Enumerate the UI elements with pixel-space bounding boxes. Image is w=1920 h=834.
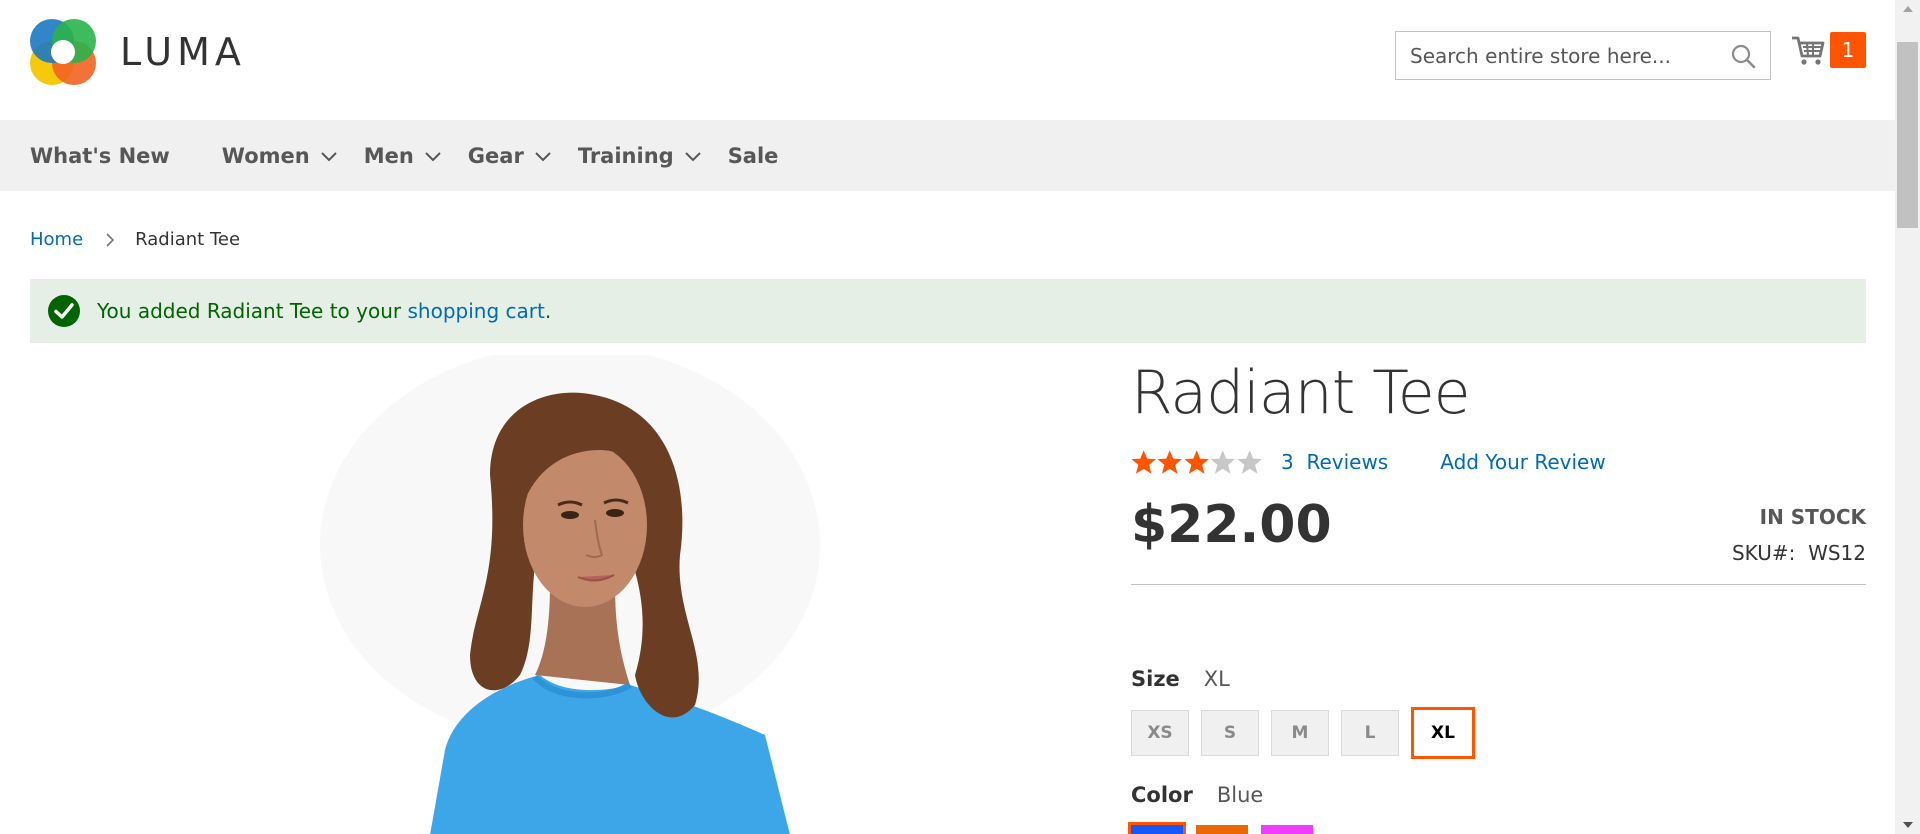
size-option-xl[interactable]: XL — [1411, 707, 1475, 759]
reviews-label: Reviews — [1306, 450, 1389, 474]
color-swatch-blue[interactable] — [1128, 822, 1186, 834]
success-message: You added Radiant Tee to your shopping c… — [30, 279, 1866, 343]
nav-item-label: Training — [577, 143, 674, 168]
divider — [1131, 584, 1866, 585]
nav-item-training[interactable]: Training — [578, 144, 702, 168]
product-info: Radiant Tee 3 Reviews Add Your Review $2… — [1128, 355, 1866, 834]
product-image-gallery[interactable] — [30, 355, 1080, 834]
star-filled-icon — [1184, 450, 1209, 474]
page-header: LUMA 1 — [0, 0, 1895, 120]
star-filled-icon — [1131, 450, 1156, 474]
search-box — [1395, 31, 1771, 80]
reviews-count: 3 — [1281, 450, 1294, 474]
success-message-text: You added Radiant Tee to your shopping c… — [97, 299, 551, 323]
size-selected-value: XL — [1203, 667, 1230, 691]
checkmark-circle-icon — [48, 295, 80, 327]
chevron-down-icon — [684, 151, 701, 161]
sku-label: SKU#: — [1731, 541, 1796, 565]
main-navigation: What's New Women Men Gear Training Sale — [0, 120, 1895, 191]
scrollbar-thumb[interactable] — [1897, 42, 1918, 228]
breadcrumb: Home Radiant Tee — [30, 229, 240, 250]
rating-stars — [1131, 449, 1263, 475]
nav-item-label: Gear — [467, 143, 524, 168]
chevron-down-icon — [320, 151, 337, 161]
breadcrumb-home-link[interactable]: Home — [30, 229, 83, 250]
scroll-down-arrow-icon[interactable] — [1903, 822, 1913, 828]
size-option-m[interactable]: M — [1271, 710, 1329, 756]
chevron-down-icon — [425, 151, 441, 161]
nav-item-women[interactable]: Women — [222, 144, 338, 168]
message-suffix: . — [544, 299, 552, 323]
product-title: Radiant Tee — [1131, 358, 1471, 428]
size-option-xs[interactable]: XS — [1131, 710, 1189, 756]
nav-item-label: Sale — [727, 143, 779, 168]
product-reviews-summary: 3 Reviews Add Your Review — [1131, 449, 1606, 475]
star-empty-icon — [1237, 450, 1262, 474]
reviews-count-link[interactable]: 3 Reviews — [1281, 450, 1388, 474]
add-review-link[interactable]: Add Your Review — [1440, 450, 1606, 474]
search-input[interactable] — [1396, 32, 1716, 79]
chevron-down-icon — [535, 151, 551, 161]
nav-item-gear[interactable]: Gear — [468, 144, 552, 168]
color-label: Color — [1131, 783, 1193, 807]
color-swatch-purple[interactable] — [1261, 825, 1313, 834]
cart-icon — [1792, 36, 1825, 65]
color-attribute: Color Blue — [1131, 783, 1263, 807]
product-image — [320, 355, 820, 834]
luma-logo-icon — [30, 19, 96, 85]
nav-item-label: What's New — [30, 143, 170, 168]
logo-text: LUMA — [120, 30, 246, 74]
size-label: Size — [1131, 667, 1180, 691]
message-prefix: You added Radiant Tee to your — [97, 299, 408, 323]
size-options: XS S M L XL — [1131, 707, 1487, 759]
size-option-l[interactable]: L — [1341, 710, 1399, 756]
color-swatch-orange[interactable] — [1196, 825, 1248, 834]
product-sku: SKU#: WS12 — [1732, 541, 1866, 565]
nav-item-label: Women — [221, 143, 310, 168]
nav-item-men[interactable]: Men — [364, 144, 442, 168]
color-selected-value: Blue — [1216, 783, 1264, 807]
page-scrollbar[interactable] — [1895, 0, 1920, 834]
nav-item-sale[interactable]: Sale — [728, 144, 779, 168]
breadcrumb-current: Radiant Tee — [135, 229, 241, 250]
store-logo[interactable]: LUMA — [30, 18, 250, 86]
chevron-right-icon — [106, 232, 115, 247]
product-price: $22.00 — [1131, 495, 1332, 555]
shopping-cart-link[interactable]: shopping cart — [407, 299, 544, 323]
nav-item-whats-new[interactable]: What's New — [30, 144, 170, 168]
size-option-s[interactable]: S — [1201, 710, 1259, 756]
nav-item-label: Men — [363, 143, 414, 168]
size-attribute: Size XL — [1131, 667, 1230, 691]
color-options — [1128, 822, 1326, 834]
cart-count-badge: 1 — [1830, 32, 1866, 68]
search-icon[interactable] — [1730, 43, 1756, 69]
stock-status: IN STOCK — [1759, 505, 1866, 529]
scroll-up-arrow-icon[interactable] — [1903, 6, 1913, 12]
star-empty-icon — [1210, 450, 1236, 474]
star-filled-icon — [1157, 450, 1183, 474]
sku-value: WS12 — [1808, 541, 1866, 565]
minicart-button[interactable]: 1 — [1790, 32, 1866, 68]
